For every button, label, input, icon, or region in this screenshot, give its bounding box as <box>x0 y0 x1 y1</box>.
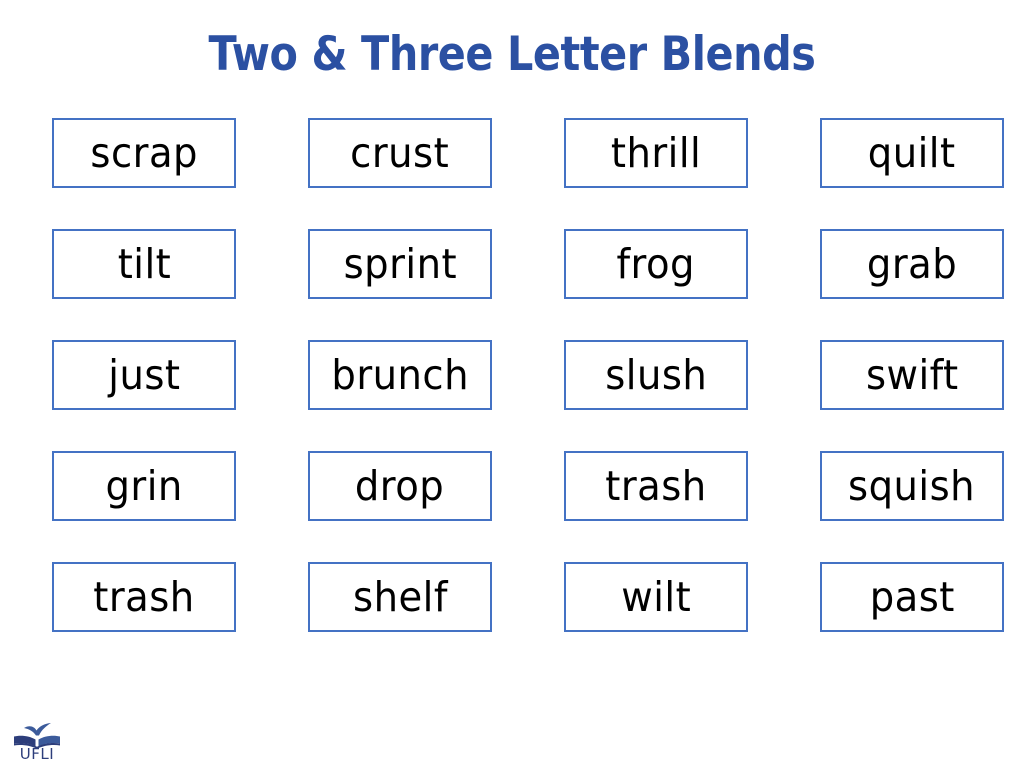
ufli-logo: UFLI <box>10 716 64 760</box>
word-card[interactable]: sprint <box>308 229 492 299</box>
slide-canvas: Two & Three Letter Blends scrap crust th… <box>0 0 1024 768</box>
word-label: quilt <box>868 129 956 177</box>
word-card[interactable]: shelf <box>308 562 492 632</box>
word-label: squish <box>848 462 976 510</box>
word-label: frog <box>616 240 696 288</box>
word-card[interactable]: trash <box>564 451 748 521</box>
word-label: wilt <box>621 573 691 621</box>
word-card[interactable]: scrap <box>52 118 236 188</box>
word-label: thrill <box>610 129 702 177</box>
word-label: drop <box>355 462 445 510</box>
open-book-icon: UFLI <box>14 723 60 760</box>
word-label: just <box>107 351 181 399</box>
word-card[interactable]: tilt <box>52 229 236 299</box>
word-label: scrap <box>90 129 198 177</box>
word-card[interactable]: just <box>52 340 236 410</box>
word-label: slush <box>604 351 708 399</box>
word-card[interactable]: squish <box>820 451 1004 521</box>
word-card[interactable]: thrill <box>564 118 748 188</box>
word-label: trash <box>93 573 195 621</box>
word-card[interactable]: swift <box>820 340 1004 410</box>
word-card[interactable]: drop <box>308 451 492 521</box>
word-label: past <box>869 573 955 621</box>
word-card[interactable]: slush <box>564 340 748 410</box>
word-label: grin <box>105 462 183 510</box>
word-label: swift <box>865 351 959 399</box>
word-card[interactable]: past <box>820 562 1004 632</box>
ufli-logo-text: UFLI <box>20 745 54 760</box>
word-card[interactable]: wilt <box>564 562 748 632</box>
word-card[interactable]: brunch <box>308 340 492 410</box>
word-label: shelf <box>352 573 448 621</box>
word-card[interactable]: grin <box>52 451 236 521</box>
word-label: trash <box>605 462 707 510</box>
word-card[interactable]: trash <box>52 562 236 632</box>
word-label: brunch <box>331 351 469 399</box>
word-label: tilt <box>117 240 171 288</box>
word-card-grid: scrap crust thrill quilt tilt sprint fro… <box>52 118 1004 633</box>
word-card[interactable]: crust <box>308 118 492 188</box>
word-label: sprint <box>343 240 457 288</box>
word-card[interactable]: grab <box>820 229 1004 299</box>
word-label: grab <box>866 240 958 288</box>
word-card[interactable]: quilt <box>820 118 1004 188</box>
word-card[interactable]: frog <box>564 229 748 299</box>
page-title: Two & Three Letter Blends <box>208 27 816 82</box>
word-label: crust <box>350 129 450 177</box>
